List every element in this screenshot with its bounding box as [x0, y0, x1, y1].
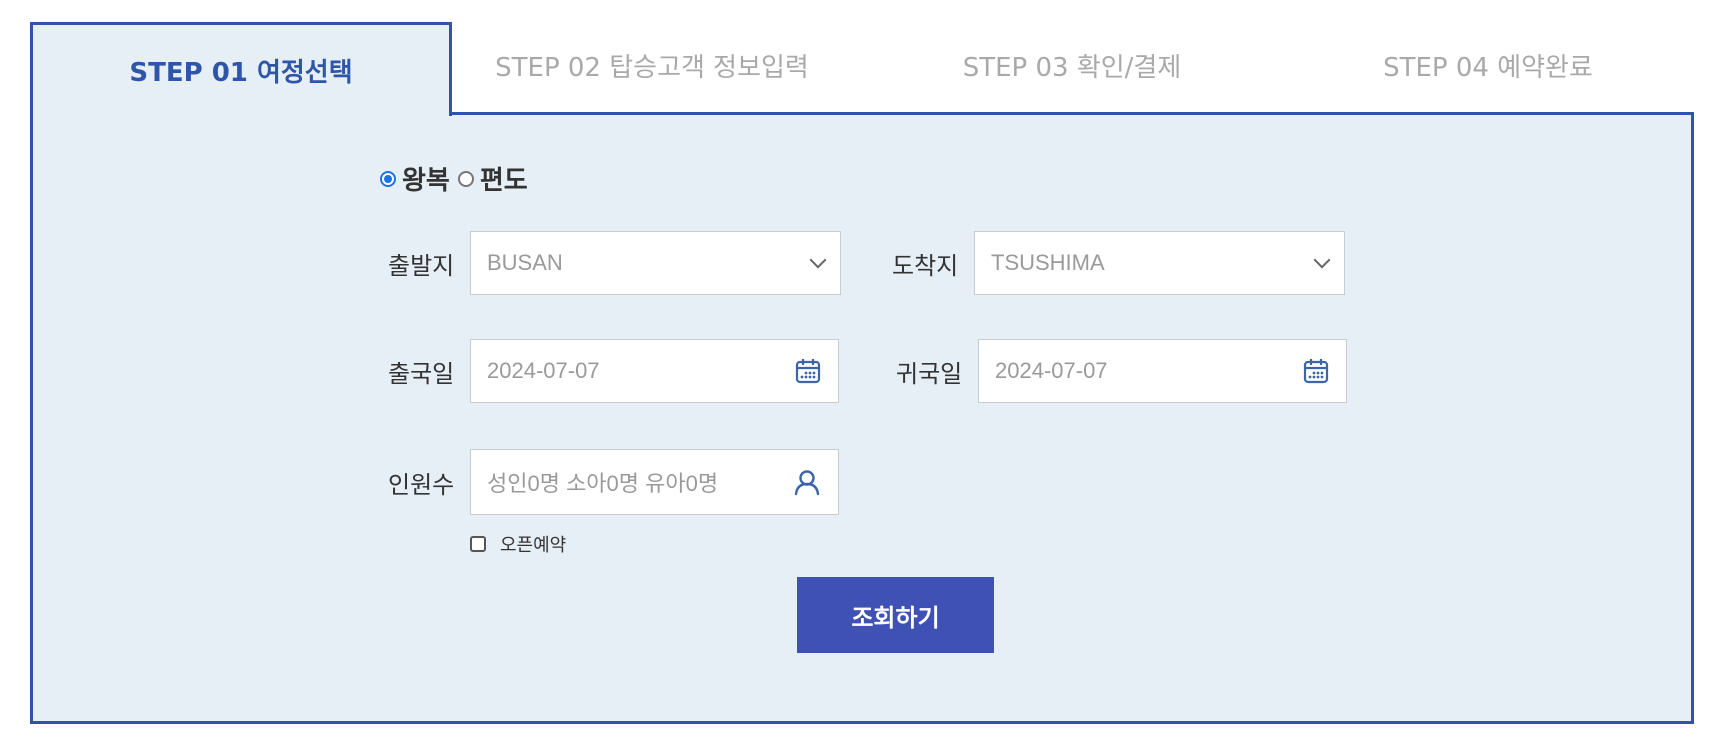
- tab-step-03-label: STEP 03 확인/결제: [962, 52, 1182, 83]
- arrival-select[interactable]: TSUSHIMA: [974, 231, 1345, 295]
- open-reservation[interactable]: 오픈예약: [470, 531, 566, 557]
- chevron-down-icon: [809, 251, 827, 269]
- tab-step-04-label: STEP 04 예약완료: [1383, 52, 1593, 83]
- passengers-input[interactable]: 성인0명 소아0명 유아0명: [470, 449, 839, 515]
- outbound-date-input[interactable]: 2024-07-07: [470, 339, 839, 403]
- departure-value: BUSAN: [487, 250, 563, 275]
- tab-step-02-label: STEP 02 탑승고객 정보입력: [495, 52, 809, 83]
- arrival-value: TSUSHIMA: [991, 250, 1105, 275]
- trip-type-group: 왕복 편도: [380, 160, 536, 197]
- departure-label: 출발지: [388, 252, 455, 280]
- tab-step-03[interactable]: STEP 03 확인/결제: [872, 30, 1272, 100]
- passengers-label: 인원수: [388, 471, 455, 499]
- tab-step-04[interactable]: STEP 04 예약완료: [1282, 30, 1694, 100]
- return-date-input[interactable]: 2024-07-07: [978, 339, 1347, 403]
- oneway-label: 편도: [479, 166, 528, 196]
- outbound-date-label: 출국일: [388, 360, 455, 388]
- search-button[interactable]: 조회하기: [797, 577, 994, 653]
- return-date-label: 귀국일: [896, 360, 963, 388]
- trip-type-roundtrip[interactable]: 왕복: [380, 160, 450, 197]
- search-button-label: 조회하기: [851, 603, 940, 632]
- chevron-down-icon: [1313, 251, 1331, 269]
- tab-step-02[interactable]: STEP 02 탑승고객 정보입력: [452, 30, 852, 100]
- calendar-icon[interactable]: [794, 357, 822, 385]
- tab-step-01-label: STEP 01 여정선택: [129, 58, 353, 88]
- person-icon[interactable]: [792, 468, 822, 496]
- roundtrip-label: 왕복: [402, 166, 450, 196]
- tab-step-01[interactable]: STEP 01 여정선택: [30, 22, 452, 116]
- arrival-label: 도착지: [892, 252, 959, 280]
- passengers-placeholder: 성인0명 소아0명 유아0명: [487, 471, 719, 496]
- return-date-value: 2024-07-07: [995, 358, 1108, 383]
- open-reservation-label: 오픈예약: [500, 535, 567, 556]
- calendar-icon[interactable]: [1302, 357, 1330, 385]
- oneway-radio[interactable]: [457, 170, 474, 187]
- open-reservation-checkbox[interactable]: [470, 536, 486, 552]
- departure-select[interactable]: BUSAN: [470, 231, 841, 295]
- trip-type-oneway[interactable]: 편도: [457, 160, 528, 197]
- roundtrip-radio[interactable]: [380, 170, 396, 187]
- outbound-date-value: 2024-07-07: [487, 358, 600, 383]
